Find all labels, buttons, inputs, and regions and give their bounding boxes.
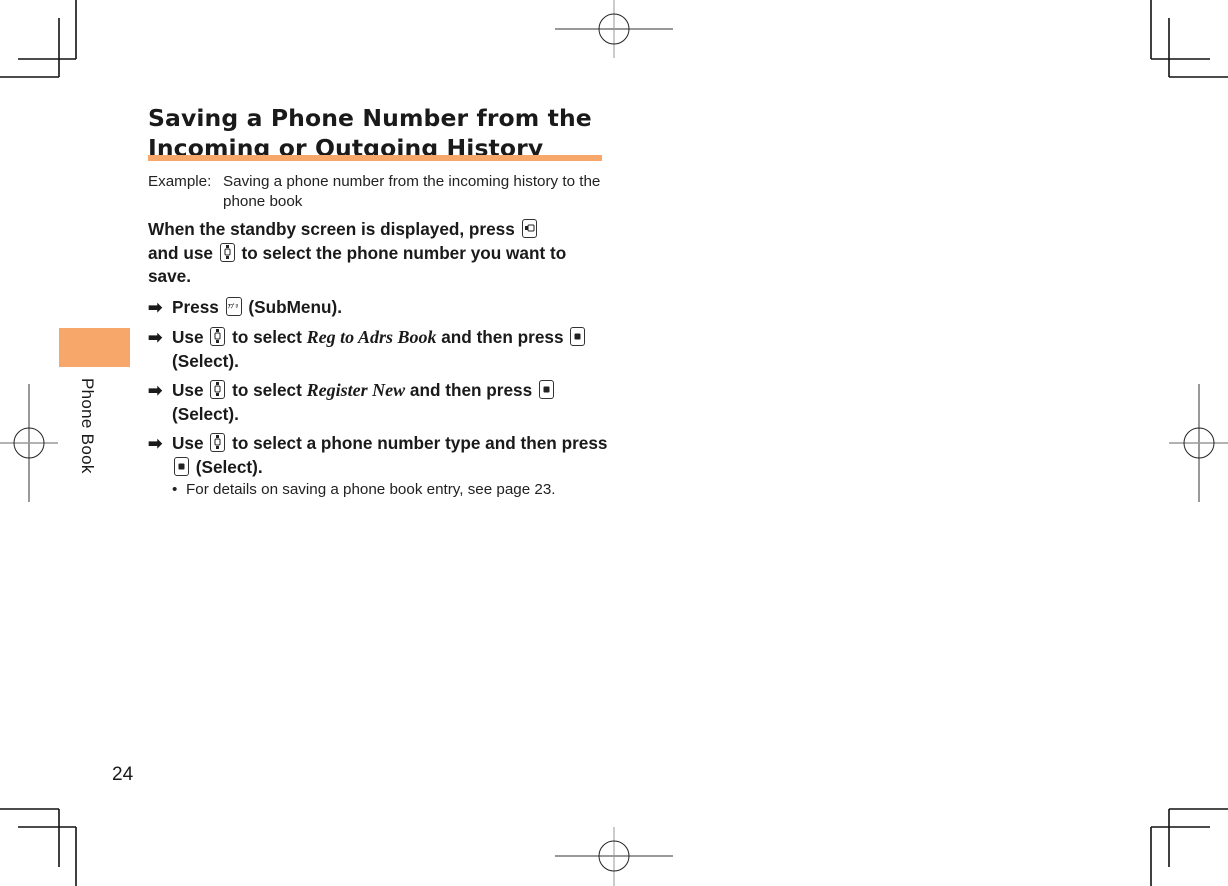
step-3: ➡ Use to select Register New and then pr… <box>148 378 608 426</box>
arrow-icon: ➡ <box>148 327 163 347</box>
menu-item-reg-to-adrs-book: Reg to Adrs Book <box>306 327 437 347</box>
step-3-text-2: to select <box>232 380 302 400</box>
center-key-icon <box>174 457 189 476</box>
step-4: ➡ Use to select a phone number type and … <box>148 431 608 479</box>
step-1-text-1: Press <box>172 297 219 317</box>
step-4-text-2: to select a phone number type and then p… <box>232 433 608 453</box>
step-2-text-4: (Select). <box>172 351 239 371</box>
arrow-icon: ➡ <box>148 297 163 317</box>
step-3-text-3: and then press <box>409 380 533 400</box>
step-3-text-1: Use <box>172 380 204 400</box>
center-key-icon <box>538 380 554 399</box>
step-2: ➡ Use to select Reg to Adrs Book and the… <box>148 325 608 373</box>
page-number: 24 <box>112 764 134 785</box>
step-1-text-2: (SubMenu). <box>248 297 342 317</box>
navigation-key-icon <box>210 433 226 452</box>
example-label: Example: <box>148 173 212 190</box>
arrow-icon: ➡ <box>148 433 163 453</box>
step-1: ➡ Press ｱﾌﾟﾘ (SubMenu). <box>148 295 608 319</box>
chapter-tab <box>59 328 130 367</box>
navigation-key-icon <box>210 380 226 399</box>
svg-text:ｱﾌﾟﾘ: ｱﾌﾟﾘ <box>228 303 239 310</box>
chapter-label: Phone Book <box>78 378 97 474</box>
navigation-key-icon <box>219 242 235 262</box>
menu-item-register-new: Register New <box>306 380 406 400</box>
step-4-text-1: Use <box>172 433 204 453</box>
app-key-icon: ｱﾌﾟﾘ <box>225 297 242 316</box>
title-underline-bar <box>148 155 602 161</box>
step-3-text-4: (Select). <box>172 404 239 424</box>
center-key-icon <box>570 327 586 346</box>
section-title-line-1: Saving a Phone Number from the <box>148 104 592 132</box>
lead-instruction: When the standby screen is displayed, pr… <box>148 218 608 289</box>
step-2-text-3: and then press <box>441 327 564 347</box>
note-text: For details on saving a phone book entry… <box>186 481 556 498</box>
step-4-text-4: (Select). <box>195 457 263 477</box>
incoming-history-key-icon <box>521 219 537 238</box>
arrow-icon: ➡ <box>148 380 163 400</box>
note-item: • For details on saving a phone book ent… <box>172 480 602 500</box>
lead-text-2: and use <box>148 242 213 263</box>
step-2-text-2: to select <box>232 327 302 347</box>
bullet-icon: • <box>172 481 178 498</box>
section-title: Saving a Phone Number from the Incoming … <box>148 103 618 163</box>
lead-text-1: When the standby screen is displayed, pr… <box>148 219 515 239</box>
navigation-key-icon <box>210 327 226 346</box>
step-2-text-1: Use <box>172 327 204 347</box>
example-text: Saving a phone number from the incoming … <box>223 173 601 210</box>
